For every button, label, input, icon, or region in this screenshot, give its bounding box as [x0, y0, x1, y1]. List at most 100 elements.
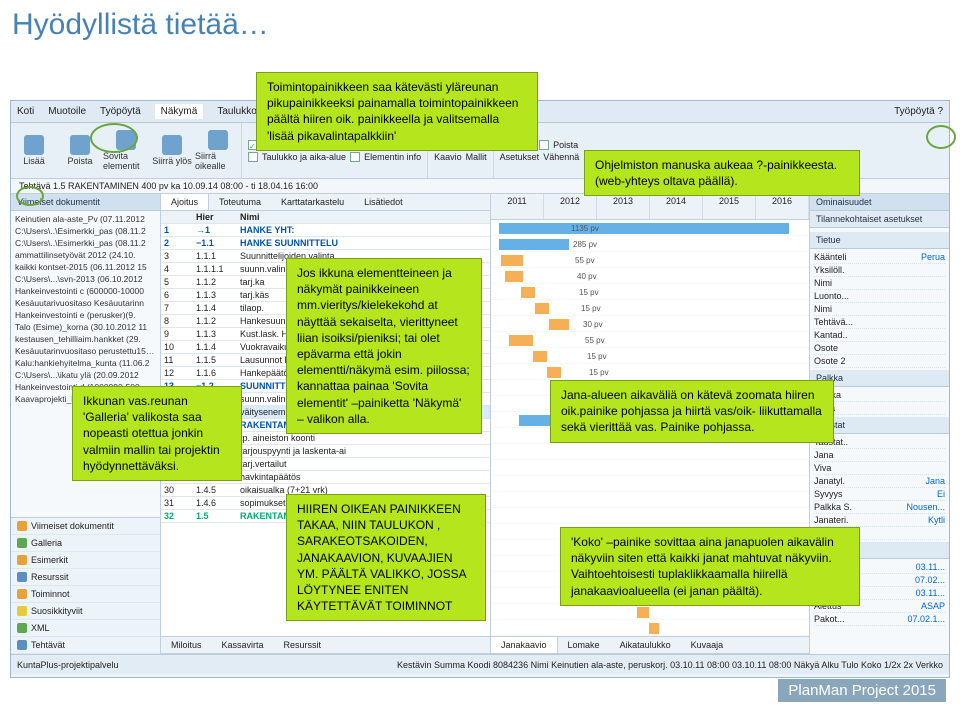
recent-item[interactable]: Keinutien ala-aste_Pv (07.11.2012: [15, 213, 156, 225]
highlight-circle-menu: [90, 123, 138, 153]
recent-item[interactable]: Talo (Esime)_korna (30.10.2012 11: [15, 321, 156, 333]
tab[interactable]: Kassavirta: [212, 637, 274, 653]
ribbon-btn[interactable]: Siirrä ylös: [149, 123, 195, 178]
menu-item[interactable]: Työpöytä: [100, 106, 141, 117]
prop-row[interactable]: SyvyysEi: [814, 488, 945, 501]
tab[interactable]: Lomake: [558, 637, 610, 653]
recent-item[interactable]: C:\Users\...\svn-2013 (06.10.2012: [15, 273, 156, 285]
callout-rightclick: HIIREN OIKEAN PAINIKKEEN TAKAA, NIIN TAU…: [286, 494, 486, 621]
nav-item[interactable]: Esimerkit: [11, 552, 160, 569]
duration-label: 15 pv: [581, 304, 601, 313]
duration-label: 15 pv: [587, 352, 607, 361]
recent-item[interactable]: kaikki kontset-2015 (06.11.2012 15: [15, 261, 156, 273]
prop-row[interactable]: Nimi: [814, 303, 945, 316]
recent-item[interactable]: C:\Users\...\ikatu ylä (20.09.2012: [15, 369, 156, 381]
prop-row[interactable]: Janatyl.Jana: [814, 475, 945, 488]
prop-row[interactable]: Luonto...: [814, 290, 945, 303]
bottom-tabs: Miloitus Kassavirta Resurssit: [161, 636, 490, 654]
duration-label: 15 pv: [589, 368, 609, 377]
duration-label: 40 pv: [577, 272, 597, 281]
nav-item[interactable]: XML: [11, 620, 160, 637]
nav-item[interactable]: Tehtävät: [11, 637, 160, 654]
props-header: Ominaisuudet: [810, 194, 949, 211]
menu-item[interactable]: Muotoile: [48, 106, 86, 117]
view-tabs: Ajoitus Toteutuma Karttatarkastelu Lisät…: [161, 194, 490, 211]
callout-quickbar: Toimintopainikkeen saa kätevästi yläreun…: [256, 72, 538, 151]
duration-label: 30 pv: [583, 320, 603, 329]
gantt-tabs: Janakaavio Lomake Aikataulukko Kuvaaja: [491, 636, 809, 654]
recent-item[interactable]: Kalu:hankiehyitelma_kunta (11.06.2: [15, 357, 156, 369]
table-row[interactable]: 1→1HANKE YHT:: [161, 224, 490, 237]
footer-label: PlanMan Project 2015: [778, 679, 946, 702]
check-icon[interactable]: [350, 152, 360, 162]
duration-label: 55 pv: [585, 336, 605, 345]
help-button[interactable]: Työpöytä ?: [894, 106, 943, 117]
tab[interactable]: Janakaavio: [491, 637, 558, 653]
nav-item[interactable]: Galleria: [11, 535, 160, 552]
year-cell: 2016: [756, 194, 809, 219]
highlight-circle-ribbon: [16, 186, 44, 206]
ribbon-btn[interactable]: Siirrä oikealle: [195, 123, 241, 178]
nav-item[interactable]: Toiminnot: [11, 586, 160, 603]
year-cell: 2012: [544, 194, 597, 219]
callout-help: Ohjelmiston manuska aukeaa ?-painikkeest…: [584, 150, 860, 196]
prop-row[interactable]: Palkka S.Nousen...: [814, 501, 945, 514]
recent-item[interactable]: kestausen_tehilliaim.hankket (29.: [15, 333, 156, 345]
duration-label: 285 pv: [573, 240, 597, 249]
nav-item[interactable]: Viimeiset dokumentit: [11, 518, 160, 535]
year-cell: 2015: [703, 194, 756, 219]
nav-list: Viimeiset dokumentitGalleriaEsimerkitRes…: [11, 517, 160, 654]
status-items: Kestävin Summa Koodi 8084236 Nimi Keinut…: [397, 660, 943, 670]
menu-item-active[interactable]: Näkymä: [155, 104, 204, 119]
prop-row[interactable]: Osote: [814, 342, 945, 355]
recent-item[interactable]: C:\Users\..\Esimerkki_pas (08.11.2: [15, 225, 156, 237]
year-cell: 2014: [650, 194, 703, 219]
recent-item[interactable]: Hankeinvestointi e (perusker)(9.: [15, 309, 156, 321]
prop-row[interactable]: Jana: [814, 449, 945, 462]
duration-label: 15 pv: [579, 288, 599, 297]
recent-item[interactable]: Kesäuutarivuositaso Kesäuutarinn: [15, 297, 156, 309]
prop-row[interactable]: Yksilöll.: [814, 264, 945, 277]
props-subheader: Tilannekohtaiset asetukset: [810, 211, 949, 228]
table-row[interactable]: 2−1.1HANKE SUUNNITTELU: [161, 237, 490, 250]
prop-row[interactable]: Tehtävä...: [814, 316, 945, 329]
status-left: KuntaPlus-projektipalvelu: [17, 660, 119, 670]
table-header: Hier Nimi: [161, 211, 490, 224]
prop-row[interactable]: Janateri.Kytli: [814, 514, 945, 527]
prop-row[interactable]: Osote 2: [814, 355, 945, 368]
tab[interactable]: Ajoitus: [161, 194, 209, 210]
recent-item[interactable]: Hankeinvestointi c (600000-10000: [15, 285, 156, 297]
tab[interactable]: Aikataulukko: [610, 637, 681, 653]
tab[interactable]: Karttatarkastelu: [271, 194, 354, 210]
check-icon[interactable]: [248, 152, 258, 162]
tab[interactable]: Toteutuma: [209, 194, 271, 210]
prop-row[interactable]: Pakot...07.02.1...: [814, 613, 945, 626]
nav-item[interactable]: Suosikkityviit: [11, 603, 160, 620]
nav-item[interactable]: Resurssit: [11, 569, 160, 586]
prop-row[interactable]: KäänteliPerua: [814, 251, 945, 264]
prop-row[interactable]: Nimi: [814, 277, 945, 290]
recent-item[interactable]: C:\Users\..\Esimerkki_pas (08.11.2: [15, 237, 156, 249]
callout-gallery: Ikkunan vas.reunan 'Galleria' valikosta …: [72, 386, 242, 481]
prop-row[interactable]: Viva: [814, 462, 945, 475]
gantt-timescale: 201120122013201420152016: [491, 194, 809, 220]
callout-fit-elements: Jos ikkuna elementteineen ja näkymät pai…: [286, 258, 482, 434]
tab[interactable]: Miloitus: [161, 637, 212, 653]
duration-label: 55 pv: [575, 256, 595, 265]
tab[interactable]: Resurssit: [274, 637, 332, 653]
tab[interactable]: Lisätiedot: [354, 194, 413, 210]
year-cell: 2013: [597, 194, 650, 219]
tab[interactable]: Kuvaaja: [681, 637, 734, 653]
duration-label: 1135 pv: [571, 224, 599, 233]
callout-zoom: Jana-alueen aikaväliä on kätevä zoomata …: [550, 380, 834, 443]
menu-item[interactable]: Taulukko: [217, 106, 256, 117]
menu-item[interactable]: Koti: [17, 106, 34, 117]
page-title: Hyödyllistä tietää…: [12, 8, 269, 42]
prop-row[interactable]: Kantad..: [814, 329, 945, 342]
recent-item[interactable]: ammattilinsetyövät 2012 (24.10.: [15, 249, 156, 261]
highlight-circle-help: [926, 125, 956, 149]
recent-item[interactable]: Kesäuutarinvuositaso perustettu15102: [15, 345, 156, 357]
minus-icon[interactable]: [539, 140, 549, 150]
callout-koko: 'Koko' –painike sovittaa aina janapuolen…: [560, 527, 860, 606]
ribbon-btn[interactable]: Lisää: [11, 123, 57, 178]
